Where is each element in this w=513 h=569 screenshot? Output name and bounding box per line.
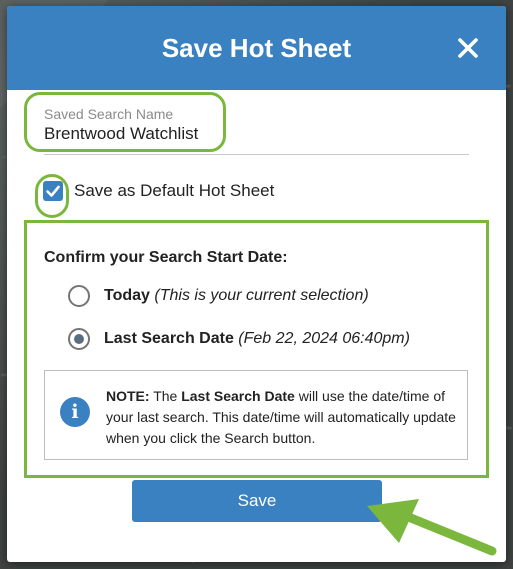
dialog-title: Save Hot Sheet <box>161 33 352 63</box>
today-option-detail: (This is your current selection) <box>154 287 369 304</box>
saved-search-name-label: Saved Search Name <box>44 106 174 122</box>
last-search-date-option-text: Last Search Date (Feb 22, 2024 06:40pm) <box>104 329 410 349</box>
last-search-date-radio[interactable] <box>68 328 90 350</box>
default-hot-sheet-label[interactable]: Save as Default Hot Sheet <box>74 181 274 201</box>
start-date-title: Confirm your Search Start Date: <box>44 249 288 266</box>
default-hot-sheet-checkbox[interactable] <box>43 181 63 201</box>
note-box: i NOTE: The Last Search Date will use th… <box>44 370 468 460</box>
note-text-a: The <box>153 388 178 404</box>
save-button[interactable]: Save <box>132 480 382 522</box>
today-radio[interactable] <box>68 285 90 307</box>
note-emphasis: Last Search Date <box>181 388 295 404</box>
today-option-text: Today (This is your current selection) <box>104 286 369 306</box>
saved-search-name-input[interactable] <box>44 124 464 144</box>
close-icon[interactable] <box>456 36 480 60</box>
last-search-date-option-detail: (Feb 22, 2024 06:40pm) <box>238 330 410 347</box>
saved-search-name-field: Saved Search Name <box>44 98 469 155</box>
check-icon <box>46 185 60 197</box>
today-option-label: Today <box>104 287 150 304</box>
note-prefix: NOTE: <box>106 388 150 404</box>
info-icon: i <box>60 397 90 427</box>
last-search-date-option-label: Last Search Date <box>104 330 234 347</box>
note-text: NOTE: The Last Search Date will use the … <box>106 386 458 449</box>
dialog-header: Save Hot Sheet <box>7 6 506 90</box>
save-hot-sheet-dialog: Save Hot Sheet Saved Search Name Save as… <box>7 6 506 562</box>
